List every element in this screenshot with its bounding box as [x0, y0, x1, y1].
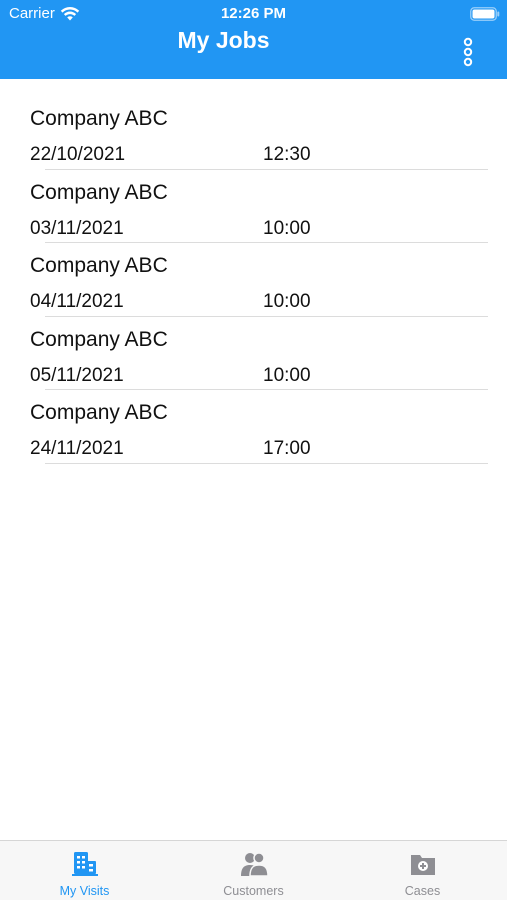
job-list: Company ABC 22/10/2021 12:30 Company ABC… [0, 96, 507, 464]
tab-bar: My Visits Customers Cases [0, 840, 507, 900]
job-time: 17:00 [263, 438, 311, 459]
job-list-item[interactable]: Company ABC 03/11/2021 10:00 [0, 170, 507, 243]
tab-label: Customers [223, 884, 284, 898]
job-company: Company ABC [30, 327, 168, 351]
job-date: 24/11/2021 [30, 438, 124, 459]
folder-plus-icon [410, 855, 435, 875]
page-title: My Jobs [177, 27, 270, 53]
job-company: Company ABC [30, 401, 168, 424]
job-date: 22/10/2021 [30, 144, 126, 165]
job-list-item[interactable]: Company ABC 24/11/2021 17:00 [0, 390, 507, 464]
job-time: 12:30 [263, 144, 311, 165]
job-time: 10:00 [263, 364, 311, 386]
more-options-button[interactable] [456, 36, 480, 68]
job-list-item[interactable]: Company ABC 05/11/2021 10:00 [0, 317, 507, 390]
people-icon [240, 852, 269, 877]
status-time: 12:26 PM [220, 5, 287, 22]
job-list-item[interactable]: Company ABC 04/11/2021 10:00 [0, 243, 507, 317]
job-company: Company ABC [30, 254, 168, 277]
job-time: 10:00 [263, 217, 311, 239]
tab-label: Cases [404, 884, 441, 898]
job-time: 10:00 [263, 291, 311, 312]
tab-label: My Visits [59, 884, 110, 898]
screen: Carrier 12:26 PM My Jobs Company ABC 22/… [0, 0, 507, 900]
job-company: Company ABC [30, 180, 168, 204]
more-vertical-icon [463, 37, 473, 67]
building-icon [71, 852, 98, 876]
job-date: 04/11/2021 [30, 291, 124, 312]
job-list-item[interactable]: Company ABC 22/10/2021 12:30 [0, 96, 507, 170]
tab-my-visits[interactable]: My Visits [0, 841, 169, 900]
job-company: Company ABC [30, 107, 168, 130]
job-date: 03/11/2021 [30, 217, 124, 239]
job-date: 05/11/2021 [30, 364, 124, 386]
tab-cases[interactable]: Cases [338, 841, 507, 900]
app-header: Carrier 12:26 PM My Jobs [0, 0, 507, 79]
divider [45, 462, 488, 464]
battery-icon [470, 7, 500, 21]
status-bar: Carrier 12:26 PM [0, 0, 507, 28]
tab-customers[interactable]: Customers [169, 841, 338, 900]
